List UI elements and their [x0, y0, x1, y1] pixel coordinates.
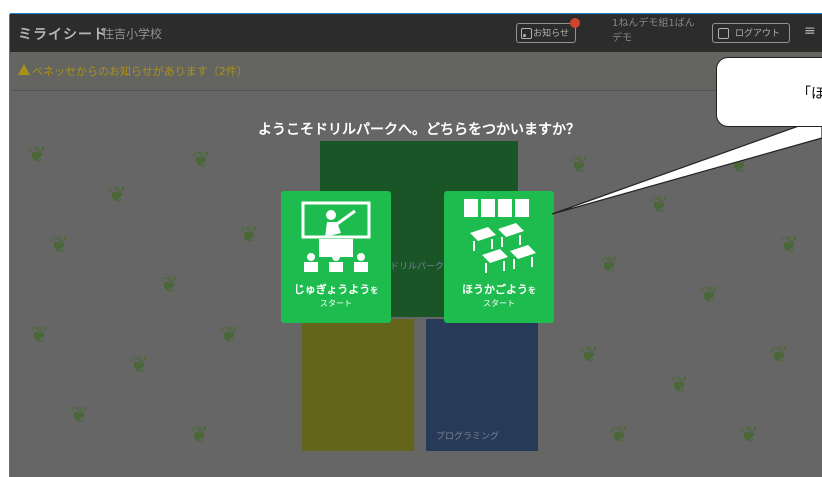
tutorial-callout: 「ほ — [716, 57, 822, 127]
callout-pointer — [551, 121, 822, 215]
callout-text: 「ほ — [797, 86, 822, 102]
app-frame: ミライシード 住吉小学校 お知らせ 1ねんデモ組1ばん デモ ログアウト ≡ ベ… — [10, 14, 822, 477]
